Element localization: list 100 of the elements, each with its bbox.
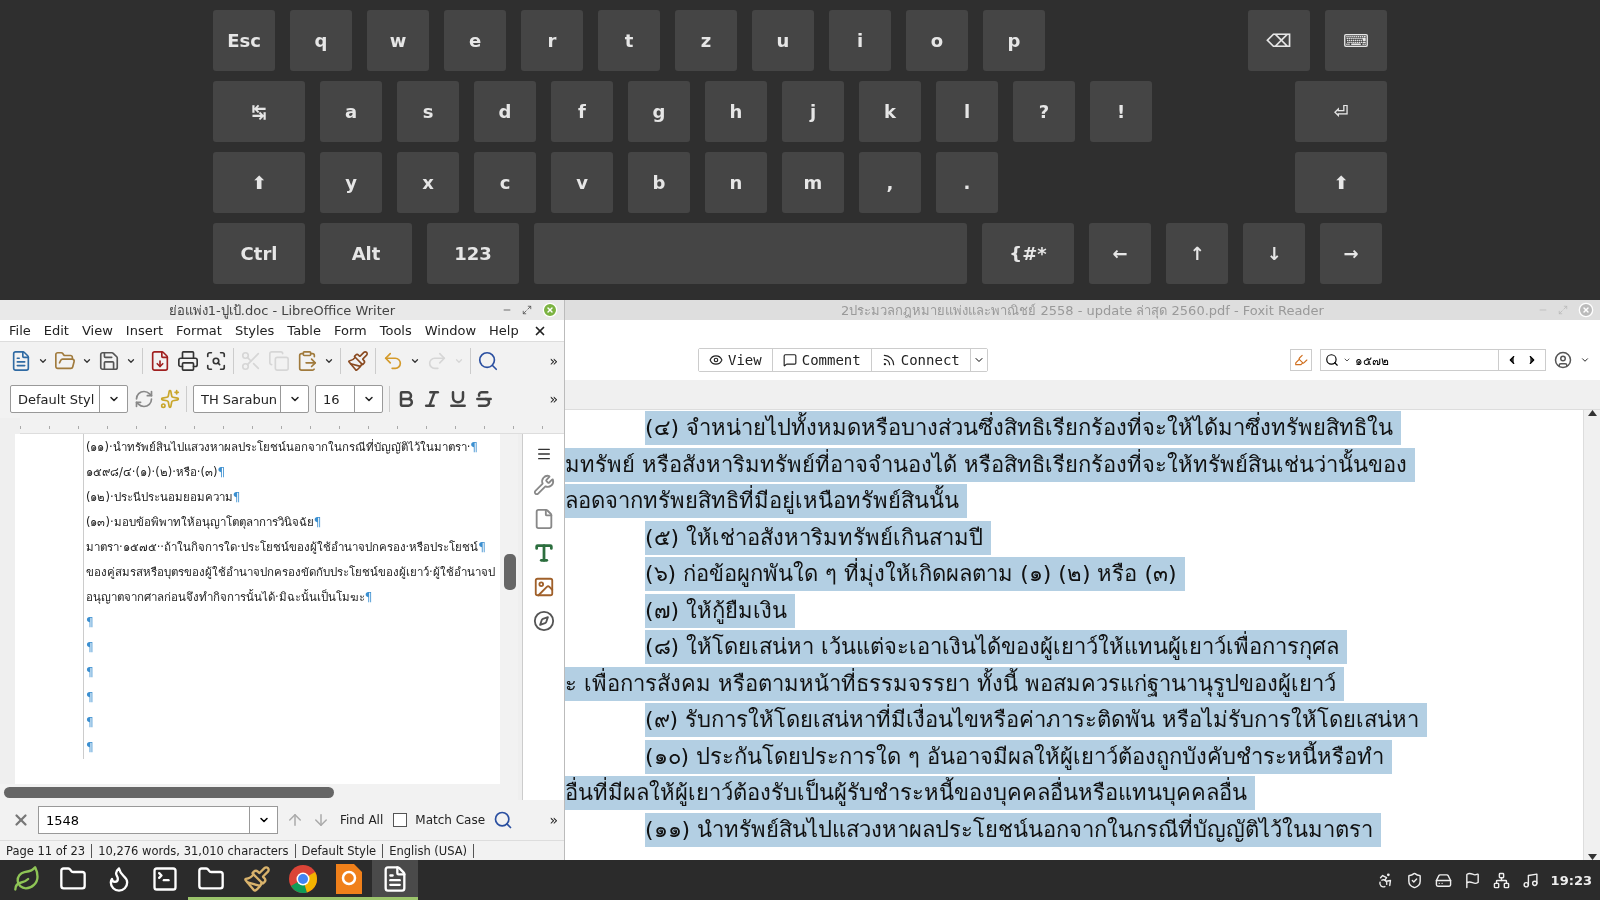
- style-dropdown[interactable]: Default Styl: [10, 385, 128, 413]
- leaf-icon[interactable]: [13, 864, 41, 893]
- paintbrush-icon[interactable]: [347, 350, 369, 372]
- wrench-icon[interactable]: [532, 474, 555, 496]
- key[interactable]: c: [474, 152, 536, 213]
- key[interactable]: ⌨: [1325, 10, 1387, 71]
- menu-item[interactable]: Styles: [229, 323, 283, 338]
- overflow-chevron[interactable]: »: [549, 812, 558, 828]
- compass-icon[interactable]: [532, 610, 555, 632]
- key[interactable]: ?: [1013, 81, 1075, 142]
- key[interactable]: ↹: [213, 81, 305, 142]
- key[interactable]: o: [906, 10, 968, 71]
- key[interactable]: l: [936, 81, 998, 142]
- folder-icon[interactable]: [197, 864, 225, 893]
- key[interactable]: ,: [859, 152, 921, 213]
- key[interactable]: k: [859, 81, 921, 142]
- key[interactable]: t: [598, 10, 660, 71]
- key[interactable]: j: [782, 81, 844, 142]
- menu-item[interactable]: Help: [484, 323, 527, 338]
- accessibility-icon[interactable]: [1376, 871, 1394, 889]
- key[interactable]: b: [628, 152, 690, 213]
- key[interactable]: 123: [427, 223, 519, 284]
- menu-item[interactable]: Window: [419, 323, 485, 338]
- key[interactable]: i: [829, 10, 891, 71]
- key[interactable]: e: [444, 10, 506, 71]
- key[interactable]: p: [983, 10, 1045, 71]
- taskbar-app[interactable]: [372, 860, 418, 900]
- key[interactable]: m: [782, 152, 844, 213]
- key[interactable]: d: [474, 81, 536, 142]
- document-icon[interactable]: [10, 350, 32, 372]
- menu-item[interactable]: Edit: [38, 323, 77, 338]
- refresh-icon[interactable]: [134, 389, 154, 409]
- key[interactable]: ←: [1089, 223, 1151, 284]
- key[interactable]: ⌫: [1248, 10, 1310, 71]
- shield-icon[interactable]: [1405, 871, 1423, 889]
- menu-item[interactable]: Format: [171, 323, 230, 338]
- key[interactable]: r: [521, 10, 583, 71]
- terminal-icon[interactable]: [151, 864, 179, 893]
- menu-item[interactable]: Insert: [120, 323, 172, 338]
- key[interactable]: y: [320, 152, 382, 213]
- key[interactable]: ↑: [1166, 223, 1228, 284]
- search-icon[interactable]: [477, 350, 499, 372]
- menu-item[interactable]: File: [4, 323, 39, 338]
- key[interactable]: u: [752, 10, 814, 71]
- size-dropdown[interactable]: 16: [315, 385, 383, 413]
- key[interactable]: Esc: [213, 10, 275, 71]
- user-icon[interactable]: [1554, 351, 1572, 369]
- key[interactable]: ⬆: [1295, 152, 1387, 213]
- letter-t-icon[interactable]: [532, 542, 555, 564]
- clipboard-icon[interactable]: [296, 350, 318, 372]
- underline-icon[interactable]: [448, 389, 468, 409]
- find-all-button[interactable]: Find All: [338, 813, 386, 827]
- caret-icon[interactable]: [1580, 355, 1590, 365]
- key[interactable]: z: [675, 10, 737, 71]
- key[interactable]: x: [397, 152, 459, 213]
- key[interactable]: Alt: [320, 223, 412, 284]
- menu-icon[interactable]: [535, 446, 552, 462]
- key[interactable]: f: [551, 81, 613, 142]
- overflow-chevron[interactable]: »: [549, 353, 558, 369]
- strikethrough-icon[interactable]: [474, 389, 494, 409]
- vertical-scrollbar[interactable]: [1583, 410, 1600, 860]
- maximize-icon[interactable]: [522, 305, 532, 315]
- key[interactable]: .: [936, 152, 998, 213]
- overflow-chevron[interactable]: »: [549, 391, 558, 407]
- key[interactable]: ⏎: [1295, 81, 1387, 142]
- menu-item[interactable]: Table: [282, 323, 329, 338]
- key[interactable]: w: [367, 10, 429, 71]
- key[interactable]: ↓: [1243, 223, 1305, 284]
- page-magnifier-icon[interactable]: [205, 350, 227, 372]
- search-field[interactable]: 1548: [38, 806, 278, 834]
- font-dropdown[interactable]: TH Sarabun: [193, 385, 309, 413]
- key[interactable]: v: [551, 152, 613, 213]
- music-note-icon[interactable]: [1521, 871, 1539, 889]
- tab-button[interactable]: View: [699, 349, 773, 371]
- printer-icon[interactable]: [177, 350, 199, 372]
- search-icon[interactable]: [493, 810, 514, 830]
- picture-icon[interactable]: [532, 576, 555, 598]
- key[interactable]: n: [705, 152, 767, 213]
- flag-icon[interactable]: [1463, 871, 1481, 889]
- key[interactable]: s: [397, 81, 459, 142]
- chrome-icon[interactable]: [288, 863, 318, 894]
- italic-icon[interactable]: [422, 389, 442, 409]
- network-icon[interactable]: [1492, 871, 1510, 889]
- key[interactable]: !: [1090, 81, 1152, 142]
- menu-item[interactable]: Form: [329, 323, 375, 338]
- pdf-icon[interactable]: [149, 350, 171, 372]
- key[interactable]: a: [320, 81, 382, 142]
- key[interactable]: q: [290, 10, 352, 71]
- highlighter-button[interactable]: [1290, 349, 1312, 371]
- key[interactable]: h: [705, 81, 767, 142]
- folder-icon[interactable]: [59, 864, 87, 893]
- menu-item[interactable]: Tools: [374, 323, 420, 338]
- caret-icon[interactable]: [410, 356, 420, 366]
- menu-item[interactable]: View: [76, 323, 121, 338]
- caret-icon[interactable]: [126, 356, 136, 366]
- pdf-app-icon[interactable]: [336, 863, 362, 894]
- caret-icon[interactable]: [324, 356, 334, 366]
- key[interactable]: →: [1320, 223, 1382, 284]
- caret-icon[interactable]: [82, 356, 92, 366]
- caret-icon[interactable]: [38, 356, 48, 366]
